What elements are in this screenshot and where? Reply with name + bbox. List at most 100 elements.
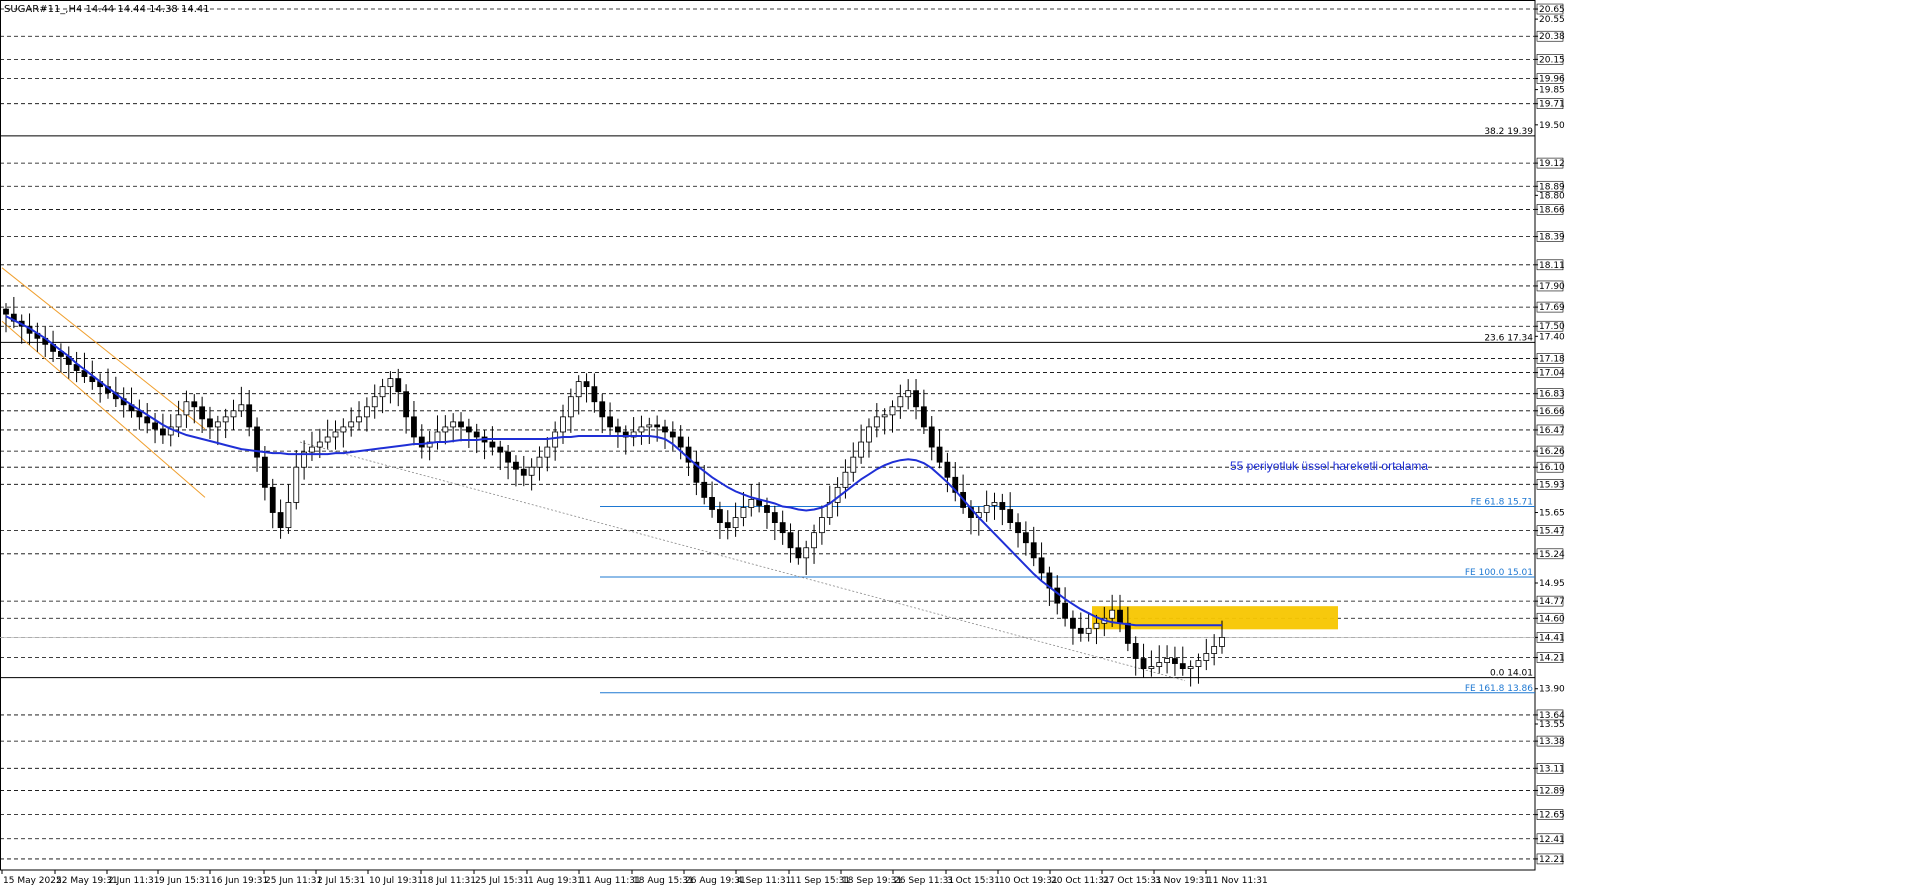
x-tick-label: 26 Sep 11:31	[894, 876, 954, 886]
y-tick-label: 18.66	[1539, 205, 1565, 215]
candle-down	[520, 468, 527, 476]
candle-down	[1132, 643, 1139, 659]
candle-up	[803, 547, 810, 559]
x-tick-label: 2 Jun 11:31	[108, 876, 159, 886]
candle-up	[1203, 653, 1210, 661]
candle-down	[928, 426, 935, 448]
ema-annotation: 55 periyotluk üssel hareketli ortalama	[1230, 459, 1428, 473]
candle-down	[1172, 658, 1178, 664]
x-tick-label: 4 Sep 11:31	[737, 876, 791, 886]
y-tick-label: 14.41	[1539, 633, 1565, 643]
candle-down	[1117, 609, 1123, 624]
candle-up	[544, 446, 551, 458]
candle-up	[842, 471, 849, 488]
candle-down	[403, 391, 410, 418]
y-tick-label: 16.83	[1539, 390, 1565, 400]
y-tick-label: 19.12	[1539, 159, 1565, 169]
candle-down	[764, 505, 770, 513]
y-tick-label: 16.26	[1539, 447, 1565, 457]
candle-down	[709, 497, 715, 510]
candle-down	[717, 509, 723, 523]
candle-down	[395, 378, 402, 393]
price-chart[interactable]: 20.65 20.55 20.38 20.15 19.96 19.85 19.71 19.50…	[0, 0, 1916, 888]
candle-up	[293, 466, 300, 503]
candle-down	[913, 390, 919, 408]
y-tick-label: 18.80	[1539, 191, 1565, 201]
y-tick-label: 12.65	[1539, 811, 1565, 821]
candle-down	[1038, 557, 1045, 574]
x-tick-label: 15 May 2025	[3, 876, 62, 886]
candle-up	[748, 499, 755, 508]
y-tick-label: 14.95	[1539, 579, 1565, 589]
x-tick-label: 25 Jul 15:31	[475, 876, 529, 886]
fib-level-label: 0.0 14.01	[1490, 669, 1533, 679]
y-tick-label: 12.41	[1539, 835, 1565, 845]
y-tick-label: 17.69	[1539, 303, 1565, 313]
candle-down	[795, 547, 802, 559]
candle-down	[1140, 658, 1147, 670]
y-tick-label: 18.11	[1539, 261, 1565, 271]
fib-level-label: 23.6 17.34	[1484, 333, 1533, 343]
y-tick-label: 15.24	[1539, 550, 1565, 560]
y-tick-label: 20.38	[1539, 32, 1565, 42]
candle-up	[222, 416, 229, 423]
candle-down	[513, 461, 519, 470]
candle-up	[1093, 622, 1100, 629]
candle-up	[850, 456, 857, 473]
candle-down	[654, 424, 661, 428]
candle-down	[152, 422, 158, 430]
candle-up	[442, 426, 449, 433]
chart-canvas[interactable]: 20.6520.55 20.38 20.15 19.9619.85 19.71 19.50…	[0, 0, 1916, 888]
y-tick-label: 13.90	[1539, 685, 1565, 695]
candle-up	[238, 404, 245, 412]
candle-down	[944, 461, 951, 478]
candle-up	[1085, 627, 1092, 634]
x-tick-label: 10 Jul 19:31	[369, 876, 423, 886]
candle-down	[779, 522, 786, 534]
y-tick-label: 15.47	[1539, 527, 1565, 537]
trend-line	[299, 441, 1186, 682]
candle-up	[183, 401, 190, 416]
candle-down	[1022, 532, 1029, 544]
candle-down	[583, 381, 590, 388]
plot-frame	[0, 0, 1536, 871]
candle-up	[285, 502, 292, 529]
candle-up	[1109, 609, 1116, 619]
candle-up	[348, 421, 355, 428]
candle-up	[1219, 636, 1225, 647]
candle-down	[411, 416, 417, 438]
fe-level-label: FE 161.8 13.86	[1465, 684, 1533, 694]
x-tick-label: 9 Jun 15:31	[159, 876, 210, 886]
candle-up	[363, 406, 370, 418]
x-tick-label: 25 Jun 11:31	[265, 876, 322, 886]
candle-up	[818, 517, 825, 534]
y-tick-label: 19.71	[1539, 100, 1565, 110]
candle-up	[379, 386, 386, 398]
candle-up	[1187, 666, 1194, 670]
candle-down	[1070, 617, 1076, 629]
candle-up	[873, 416, 880, 428]
candle-up	[897, 396, 904, 408]
candle-up	[528, 466, 535, 476]
candle-up	[866, 426, 872, 443]
candle-up	[991, 502, 998, 506]
candle-up	[560, 416, 566, 433]
y-tick-label: 14.77	[1539, 597, 1565, 607]
candle-down	[473, 431, 480, 438]
y-tick-label: 19.85	[1539, 86, 1565, 96]
candle-up	[983, 505, 990, 513]
candle-up	[324, 436, 331, 443]
candle-up	[740, 507, 747, 518]
candle-down	[669, 431, 676, 438]
y-tick-label: 13.11	[1539, 764, 1565, 774]
candle-up	[371, 396, 378, 408]
candle-down	[771, 512, 778, 523]
candle-up	[1195, 660, 1202, 667]
candle-up	[356, 416, 362, 423]
y-tick-label: 12.21	[1539, 855, 1565, 865]
candle-down	[191, 401, 198, 408]
y-tick-label: 13.55	[1539, 720, 1565, 730]
y-tick-label: 17.50	[1539, 322, 1565, 332]
y-tick-label: 18.39	[1539, 233, 1565, 243]
channel-lower-line	[1, 320, 206, 498]
